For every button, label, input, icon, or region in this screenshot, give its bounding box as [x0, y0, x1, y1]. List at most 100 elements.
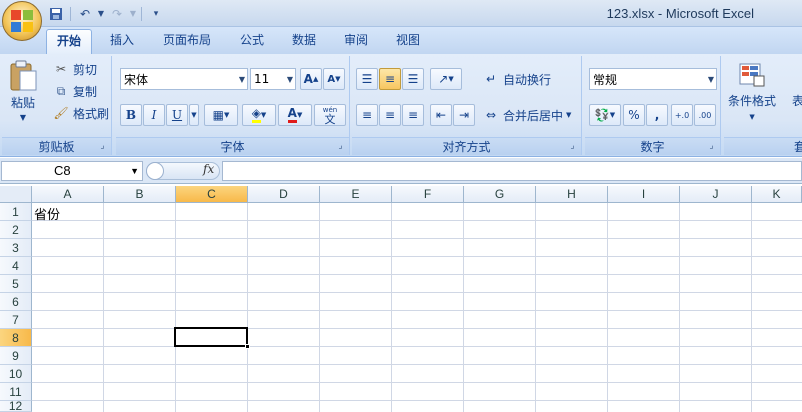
scissors-icon: ✂: [55, 62, 67, 76]
font-group-label: 字体: [116, 137, 349, 155]
merge-center-button[interactable]: ⇔ 合并后居中 ▼: [482, 106, 571, 124]
tab-formulas[interactable]: 公式: [230, 29, 274, 54]
cut-button[interactable]: ✂ 剪切: [52, 60, 97, 78]
underline-dropdown-icon[interactable]: ▼: [189, 104, 199, 126]
format-painter-button[interactable]: 🖌 格式刷: [52, 104, 109, 122]
font-group: 宋体 ▼ 11 ▼ A ▲ A ▼ B I U ▼ ▦ ▼ ◈ ▼ A ▼ wén 文 字…: [116, 56, 350, 155]
align-center-icon[interactable]: ≡: [379, 104, 401, 126]
font-name-dropdown-icon: ▼: [238, 74, 245, 84]
row-header-7[interactable]: 7: [0, 311, 32, 329]
accounting-format-button[interactable]: 💱 ▼: [589, 104, 621, 126]
title-bar: ↶ ▼ ↷ ▼ ▾ 123.xlsx - Microsoft Excel: [0, 0, 802, 41]
wrap-text-button[interactable]: ↵ 自动换行: [482, 70, 551, 88]
align-middle-icon[interactable]: ≡: [379, 68, 401, 90]
gridline: [535, 203, 536, 412]
gridline: [32, 346, 802, 347]
grow-font-icon[interactable]: A ▲: [300, 68, 322, 90]
tab-data[interactable]: 数据: [282, 29, 326, 54]
row-header-3[interactable]: 3: [0, 239, 32, 257]
number-launcher-icon[interactable]: ⌟: [706, 141, 717, 152]
orientation-button[interactable]: ↗ ▼: [430, 68, 462, 90]
tab-insert[interactable]: 插入: [100, 29, 144, 54]
comma-style-button[interactable]: ,: [646, 104, 668, 126]
format-as-table-label: 表格: [792, 94, 802, 108]
row-header-1[interactable]: 1: [0, 203, 32, 221]
copy-label: 复制: [73, 84, 98, 99]
formula-input[interactable]: [222, 161, 802, 181]
paste-dropdown-icon[interactable]: ▼: [20, 113, 26, 122]
format-as-table-button[interactable]: 表格: [792, 92, 802, 109]
column-header-g[interactable]: G: [464, 186, 536, 203]
decrease-decimal-icon[interactable]: .00: [694, 104, 716, 126]
italic-button[interactable]: I: [143, 104, 165, 126]
row-header-4[interactable]: 4: [0, 257, 32, 275]
tab-home[interactable]: 开始: [46, 29, 92, 54]
row-header-10[interactable]: 10: [0, 365, 32, 383]
underline-button[interactable]: U: [166, 104, 188, 126]
column-header-f[interactable]: F: [392, 186, 464, 203]
gridline: [751, 203, 752, 412]
column-header-c[interactable]: C: [176, 186, 248, 203]
name-box-dropdown-icon[interactable]: ▼: [130, 162, 139, 180]
copy-button[interactable]: ⧉ 复制: [52, 82, 97, 100]
increase-decimal-icon[interactable]: +.0: [671, 104, 693, 126]
column-header-h[interactable]: H: [536, 186, 608, 203]
row-header-11[interactable]: 11: [0, 383, 32, 401]
tab-view[interactable]: 视图: [386, 29, 430, 54]
column-header-j[interactable]: J: [680, 186, 752, 203]
styles-group: 条件格式 ▼ 表格 套: [724, 56, 802, 155]
active-cell-c8[interactable]: [174, 327, 248, 347]
column-header-e[interactable]: E: [320, 186, 392, 203]
row-header-8[interactable]: 8: [0, 329, 32, 347]
font-color-button[interactable]: A ▼: [278, 104, 312, 126]
merge-dropdown-icon[interactable]: ▼: [566, 111, 571, 119]
column-header-a[interactable]: A: [32, 186, 104, 203]
font-launcher-icon[interactable]: ⌟: [335, 141, 346, 152]
gridline: [679, 203, 680, 412]
fill-color-button[interactable]: ◈ ▼: [242, 104, 276, 126]
font-name-select[interactable]: 宋体 ▼: [120, 68, 248, 90]
gridline: [247, 203, 248, 412]
column-header-d[interactable]: D: [248, 186, 320, 203]
alignment-launcher-icon[interactable]: ⌟: [567, 141, 578, 152]
increase-indent-icon[interactable]: ⇥: [453, 104, 475, 126]
row-header-2[interactable]: 2: [0, 221, 32, 239]
percent-button[interactable]: %: [623, 104, 645, 126]
paste-button[interactable]: 粘贴 ▼: [8, 60, 38, 122]
align-left-icon[interactable]: ≡: [356, 104, 378, 126]
clipboard-launcher-icon[interactable]: ⌟: [97, 141, 108, 152]
column-header-k[interactable]: K: [752, 186, 802, 203]
align-bottom-icon[interactable]: ☰: [402, 68, 424, 90]
gridline: [32, 274, 802, 275]
borders-button[interactable]: ▦ ▼: [204, 104, 238, 126]
clipboard-group-label: 剪贴板: [2, 137, 111, 155]
bold-button[interactable]: B: [120, 104, 142, 126]
column-header-i[interactable]: I: [608, 186, 680, 203]
row-header-12[interactable]: 12: [0, 401, 32, 412]
formula-bar-handle-icon[interactable]: [146, 162, 164, 180]
worksheet-grid[interactable]: A B C D E F G H I J K 1 2 3 4 5 6 7 8 9 …: [0, 186, 802, 412]
gridline: [463, 203, 464, 412]
column-header-b[interactable]: B: [104, 186, 176, 203]
select-all-button[interactable]: [0, 186, 32, 203]
font-size-select[interactable]: 11 ▼: [250, 68, 296, 90]
row-header-6[interactable]: 6: [0, 293, 32, 311]
name-box[interactable]: C8 ▼: [1, 161, 143, 181]
row-header-5[interactable]: 5: [0, 275, 32, 293]
cut-label: 剪切: [73, 62, 98, 77]
cell-a1[interactable]: 省份: [34, 204, 60, 223]
phonetic-guide-button[interactable]: wén 文: [314, 104, 346, 126]
shrink-font-icon[interactable]: A ▼: [323, 68, 345, 90]
tab-page-layout[interactable]: 页面布局: [152, 29, 222, 54]
row-header-9[interactable]: 9: [0, 347, 32, 365]
office-button[interactable]: [2, 1, 42, 41]
conditional-format-button[interactable]: 条件格式 ▼: [728, 62, 776, 121]
number-format-select[interactable]: 常规 ▼: [589, 68, 717, 90]
insert-function-button[interactable]: fx: [203, 162, 214, 176]
gridline: [32, 256, 802, 257]
tab-review[interactable]: 审阅: [334, 29, 378, 54]
align-right-icon[interactable]: ≡: [402, 104, 424, 126]
decrease-indent-icon[interactable]: ⇤: [430, 104, 452, 126]
fill-handle[interactable]: [245, 344, 250, 349]
align-top-icon[interactable]: ☰: [356, 68, 378, 90]
